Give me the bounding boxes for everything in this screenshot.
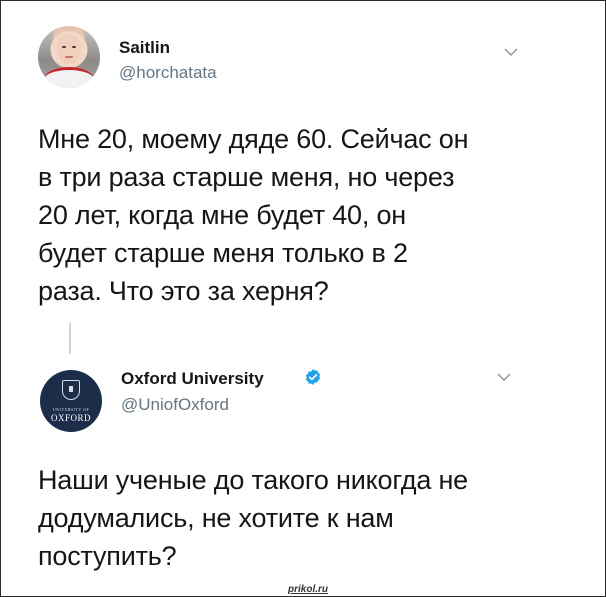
author-handle[interactable]: @horchatata bbox=[119, 63, 217, 83]
tweet-text: Наши ученые до такого никогда не додумал… bbox=[38, 465, 468, 571]
oxford-avatar[interactable]: UNIVERSITY OF OXFORD bbox=[40, 370, 102, 432]
tweet-reply: UNIVERSITY OF OXFORD Oxford University @… bbox=[0, 0, 606, 571]
author-handle[interactable]: @UniofOxford bbox=[121, 395, 229, 415]
verified-badge-icon bbox=[305, 369, 321, 385]
oxford-crest-icon bbox=[62, 380, 80, 400]
tweet-text: Мне 20, моему дяде 60. Сейчас он в три р… bbox=[38, 124, 469, 306]
avatar-university-text: UNIVERSITY OF bbox=[52, 407, 90, 412]
avatar-oxford-text: OXFORD bbox=[50, 413, 91, 423]
author-display-name[interactable]: Oxford University bbox=[121, 369, 264, 389]
avatar-shirt bbox=[44, 67, 94, 88]
site-watermark: prikol.ru bbox=[286, 584, 331, 595]
thread-connector bbox=[69, 323, 71, 354]
chevron-down-icon[interactable] bbox=[497, 372, 511, 382]
